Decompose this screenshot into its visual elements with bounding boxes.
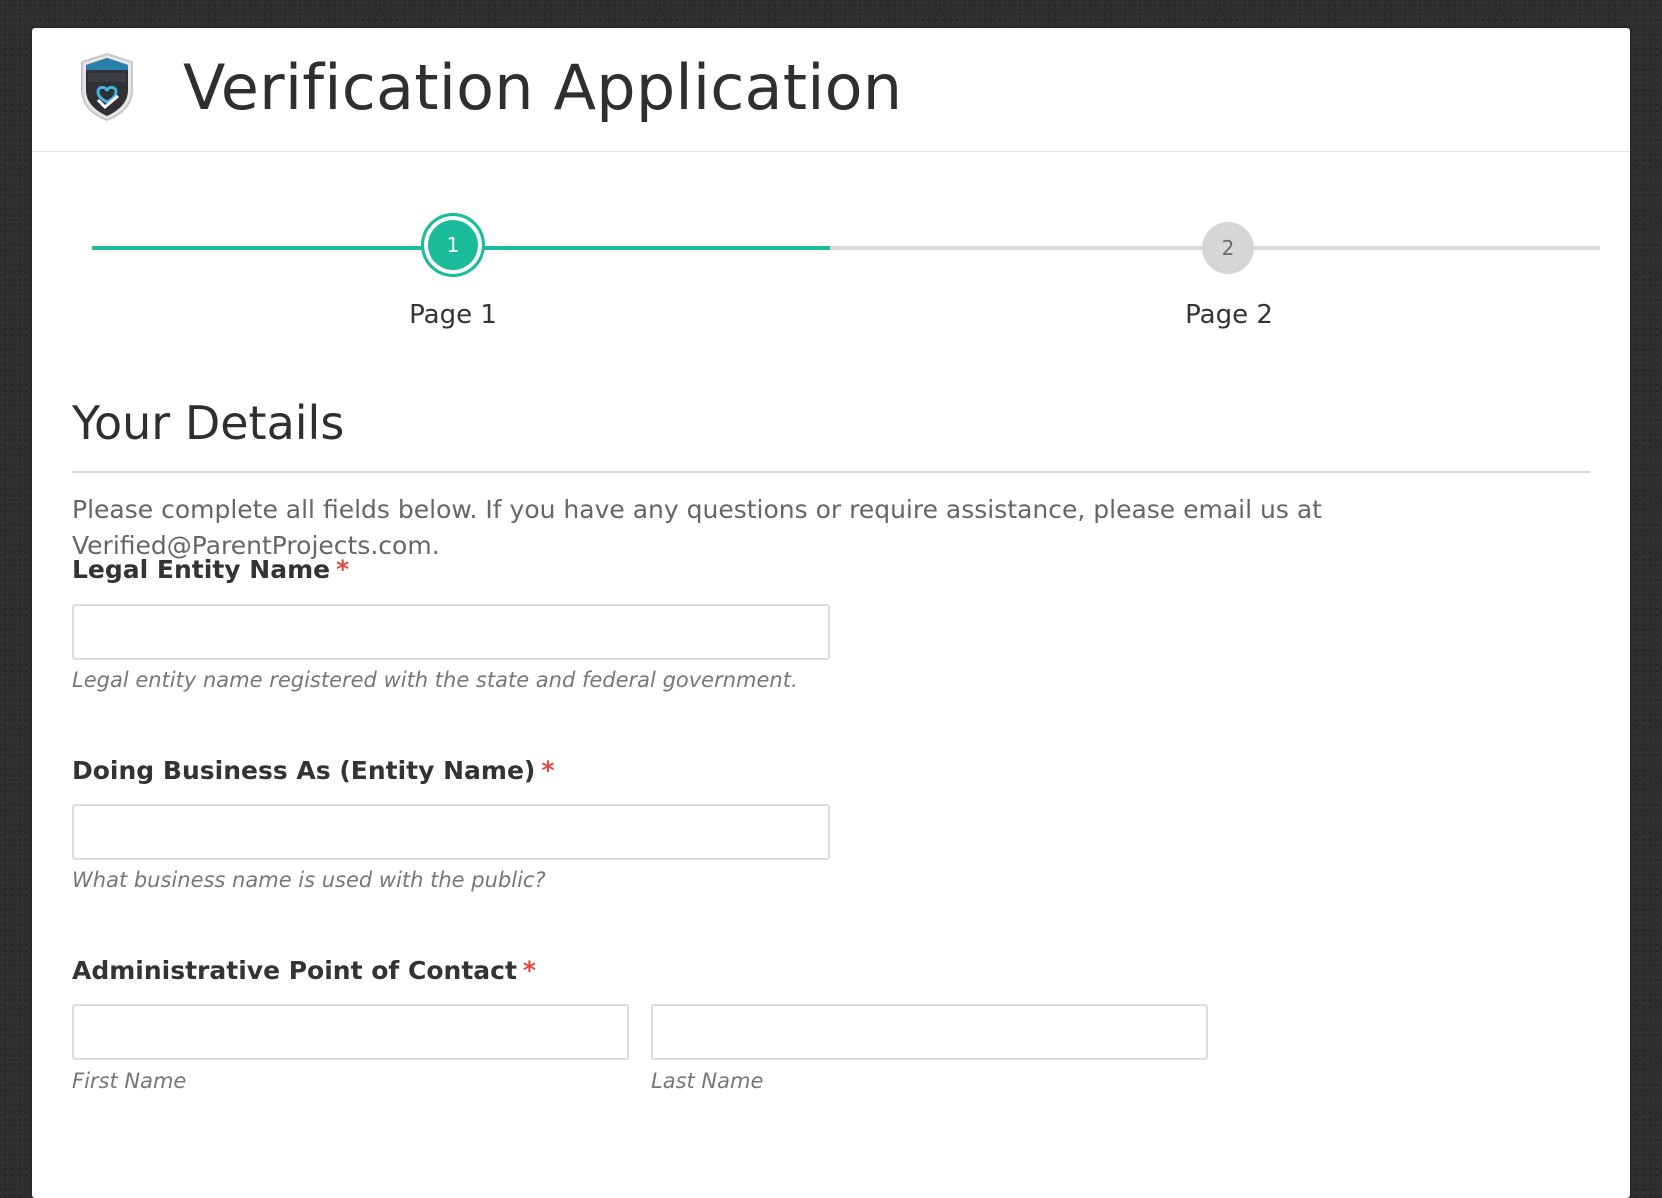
required-mark: * [541, 756, 555, 785]
required-mark: * [336, 555, 350, 584]
admin-contact-label: Administrative Point of Contact * [72, 956, 536, 985]
progress-stepper: 1 2 Page 1 Page 2 [32, 152, 1630, 352]
page-title: Verification Application [183, 51, 903, 124]
first-name-hint: First Name [72, 1069, 187, 1093]
step-2-indicator[interactable]: 2 [1202, 222, 1254, 274]
required-mark: * [522, 956, 536, 985]
legal-entity-name-label-text: Legal Entity Name [72, 555, 331, 584]
legal-entity-name-label: Legal Entity Name * [72, 555, 349, 584]
section-intro-text: Please complete all fields below. If you… [72, 495, 1322, 560]
dba-input[interactable] [72, 804, 830, 860]
dba-label-text: Doing Business As (Entity Name) [72, 756, 536, 785]
verified-shield-logo [78, 52, 136, 122]
legal-entity-name-hint: Legal entity name registered with the st… [72, 668, 798, 692]
last-name-hint: Last Name [651, 1069, 764, 1093]
form-card: Verification Application 1 2 Page 1 Page… [32, 28, 1630, 1198]
dba-hint: What business name is used with the publ… [72, 868, 546, 892]
legal-entity-name-input[interactable] [72, 604, 830, 660]
section-divider [72, 471, 1590, 473]
admin-contact-label-text: Administrative Point of Contact [72, 956, 517, 985]
shield-icon [81, 52, 133, 122]
section-title: Your Details [72, 396, 345, 450]
first-name-input[interactable] [72, 1004, 629, 1060]
step-2-label: Page 2 [1185, 300, 1273, 330]
step-1-label: Page 1 [409, 300, 497, 330]
dba-label: Doing Business As (Entity Name) * [72, 756, 554, 785]
last-name-input[interactable] [651, 1004, 1208, 1060]
form-header: Verification Application [32, 28, 1630, 152]
step-1-indicator[interactable]: 1 [421, 213, 485, 277]
